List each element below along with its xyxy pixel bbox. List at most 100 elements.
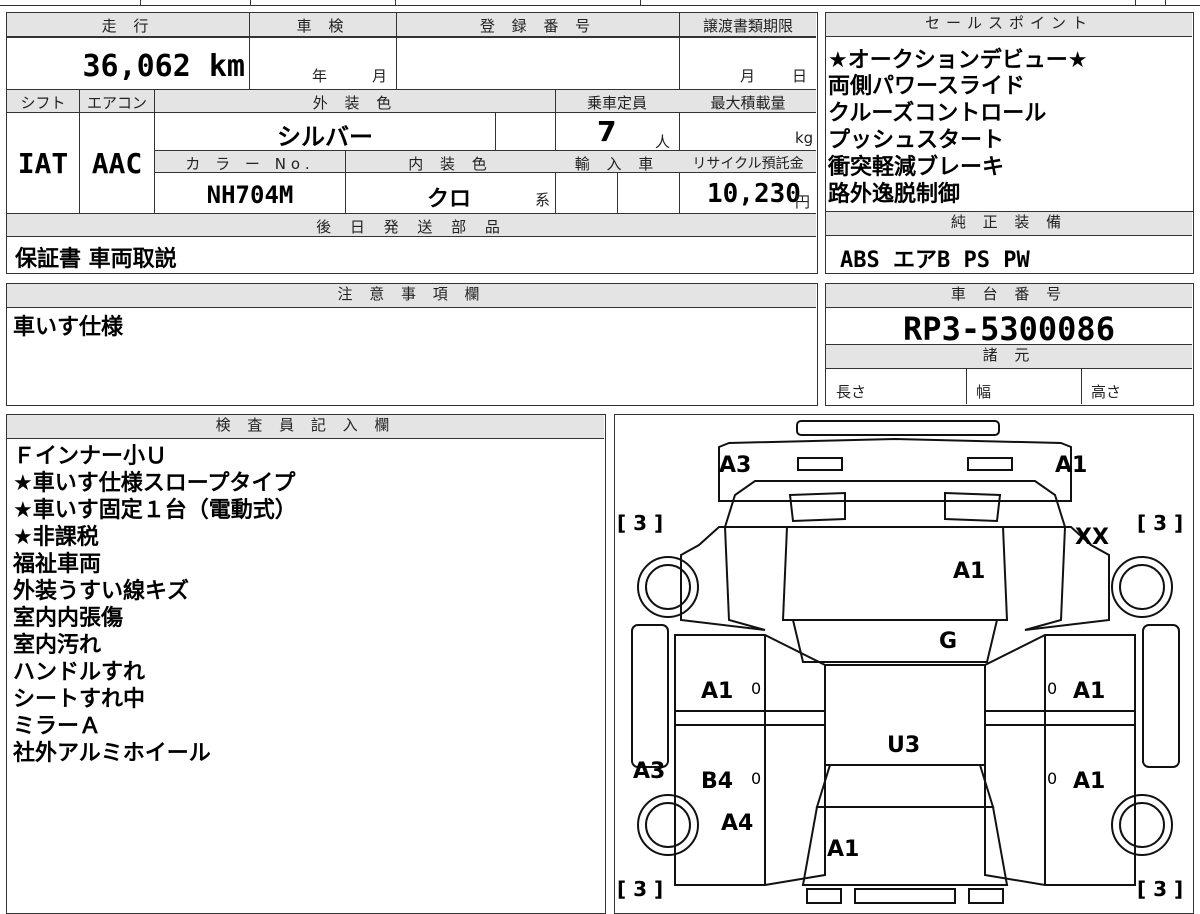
door-mark: 0 [1047,769,1058,788]
inspector-line: ミラーＡ [13,714,102,739]
car-diagram [631,420,1180,904]
color-no-label: カ ラ ー No. [185,155,315,173]
inspector-line: 福祉車両 [13,552,102,577]
top-cut-mark [1165,0,1166,6]
divider [7,37,816,38]
rear-window [815,764,995,808]
damage-front-left: A3 [719,453,752,478]
right-body [984,634,1136,886]
divider [966,369,967,404]
transfer-day: 日 [792,67,808,85]
rear-bumper-left [806,888,842,904]
divider [7,236,816,237]
fog-right [944,491,1002,523]
specs-label: 諸 元 [826,345,1192,369]
sales-points-panel: セールスポイント ★オークションデビュー★ 両側パワースライド クルーズコントロ… [825,12,1194,212]
damage-right-rear-door: A1 [1073,769,1106,794]
sales-point-item: 両側パワースライド [828,74,1025,99]
max-load-unit: kg [795,129,814,147]
front-grille [723,480,1067,528]
height-label: 高さ [1091,383,1122,401]
ac-label: エアコン [86,94,147,112]
interior-color-label: 内 装 色 [408,155,493,173]
door-mark: 0 [751,679,762,698]
wheel-front-left [645,564,691,610]
interior-suffix: 系 [535,191,551,209]
damage-right-front-fender: XX [1075,525,1109,550]
tire-mark-front-right: [ 3 ] [1137,511,1184,535]
wheel-rear-left [645,802,691,848]
headlight-left [797,457,843,471]
car-diagram-panel: [ 3 ] [ 3 ] [ 3 ] [ 3 ] A3 A1 XX A1 G A1… [614,414,1194,914]
inspection-month: 月 [372,67,388,85]
registration-label: 登 録 番 号 [479,17,597,35]
inspector-line: ハンドルすれ [13,660,146,685]
inspector-line: 室内汚れ [13,633,102,658]
ac-value: AAC [91,147,143,180]
top-cut-mark [140,0,141,6]
interior-color-value: クロ [427,187,472,212]
recycle-unit: 円 [795,193,811,211]
damage-front-right: A1 [1055,453,1088,478]
inspector-label: 検 査 員 記 入 欄 [7,415,604,439]
later-parts-value: 保証書 車両取説 [15,247,177,272]
exterior-color-value: シルバー [277,123,373,151]
top-cut-mark [250,0,251,6]
divider [249,13,250,89]
standard-equipment-panel: 純 正 装 備 ABS エアB PS PW [825,211,1194,274]
tire-mark-rear-left: [ 3 ] [617,877,664,901]
inspector-line: ★非課税 [13,525,99,550]
door-mark: 0 [751,769,762,788]
inspector-line: Ｆインナー小Ｕ [13,444,168,469]
capacity-unit: 人 [655,133,671,151]
recycle-fee: 10,230 [707,179,801,209]
sales-point-item: クルーズコントロール [828,101,1047,126]
standard-equipment-label: 純 正 装 備 [826,212,1192,236]
inspector-line: 外装うすい線キズ [13,579,190,604]
top-cut-mark [1135,0,1136,6]
sales-point-item: ★オークションデビュー★ [828,48,1088,73]
top-cut-mark [395,0,396,6]
chassis-number: RP3-5300086 [903,310,1115,348]
exterior-color-label: 外 装 色 [312,94,398,112]
sales-points-label: セールスポイント [826,13,1192,37]
tire-mark-front-left: [ 3 ] [617,511,664,535]
left-body [674,634,826,886]
left-front-fender [680,526,766,631]
damage-roof: U3 [887,733,921,758]
damage-left-front-door: A1 [701,679,734,704]
inspection-label: 車 検 [296,17,350,35]
vehicle-info-table: 走 行 車 検 登 録 番 号 譲渡書類期限 36,062 km 年 月 月 日… [6,12,818,274]
damage-left-rear-quarter: A3 [633,759,666,784]
capacity-label: 乗車定員 [586,94,647,112]
fog-left [788,491,846,523]
front-bumper [718,437,1072,502]
damage-windshield: G [939,629,958,654]
mileage-value: 36,062 km [82,49,245,84]
front-bumper-bar [796,420,1000,436]
right-mirror [1142,624,1180,768]
wheel-front-right [1119,564,1165,610]
chassis-panel: 車 台 番 号 RP3-5300086 諸 元 長さ 幅 高さ [825,283,1194,406]
tire-mark-rear-right: [ 3 ] [1137,877,1184,901]
color-no-value: NH704M [206,181,294,209]
door-mark: 0 [1047,679,1058,698]
standard-equipment-value: ABS エアB PS PW [840,248,1030,273]
top-cut-strip [0,5,1200,6]
rear-bumper-right [968,888,1004,904]
windshield [791,619,999,663]
headlight-right [967,457,1013,471]
sales-point-item: プッシュスタート [828,128,1005,153]
inspector-line: 室内内張傷 [13,606,124,631]
damage-right-front-door: A1 [1073,679,1106,704]
rear-bumper-center [854,888,956,904]
sales-point-item: 衝突軽減ブレーキ [828,155,1005,180]
damage-left-rear-door: B4 [701,769,734,794]
inspector-line: ★車いす仕様スロープタイプ [13,471,296,496]
shift-label: シフト [20,94,66,112]
divider [617,173,618,213]
notes-label: 注 意 事 項 欄 [7,284,816,308]
transfer-deadline-label: 譲渡書類期限 [702,17,793,35]
length-label: 長さ [836,383,867,401]
sales-point-item: 路外逸脱制御 [828,182,961,207]
